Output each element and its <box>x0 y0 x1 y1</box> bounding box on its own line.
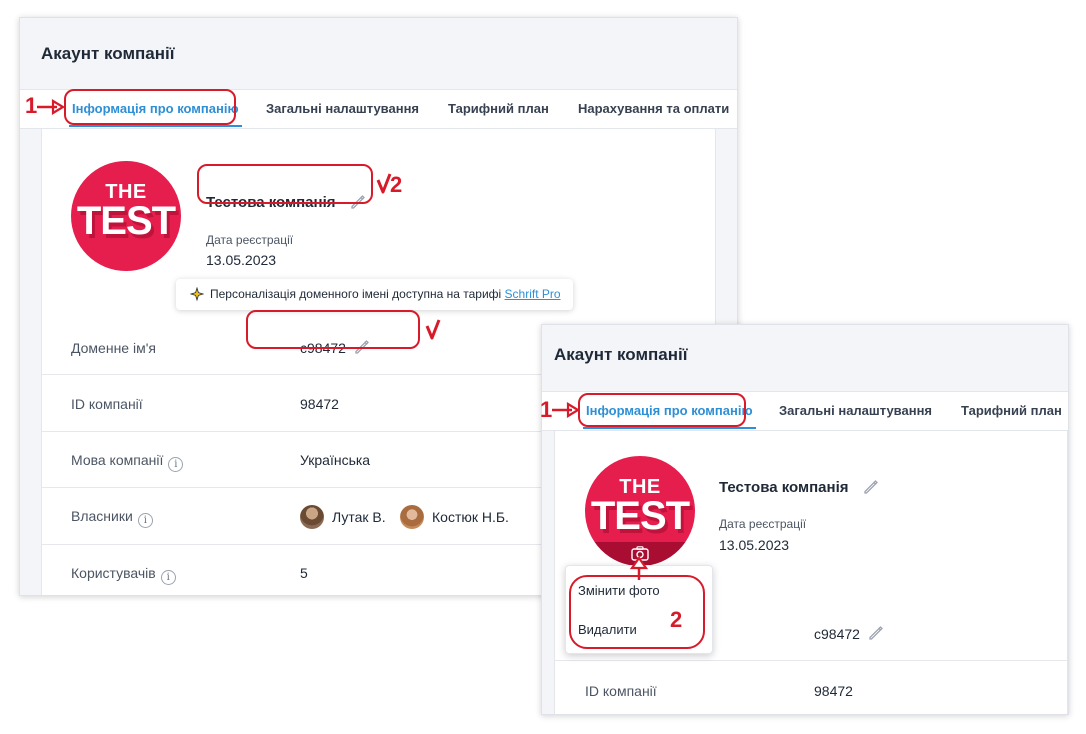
page-title: Акаунт компанії <box>554 345 688 364</box>
domain-value: c98472 <box>300 340 346 356</box>
annotation-tick <box>425 319 441 340</box>
annotation-arrow <box>552 402 581 418</box>
language-label-text: Мова компанії <box>71 452 164 468</box>
pencil-icon[interactable] <box>349 193 367 211</box>
change-photo-option[interactable]: Змінити фото <box>578 583 660 598</box>
annotation-number: 2 <box>390 172 403 197</box>
tab-bar: Інформація про компанію Загальні налашту… <box>20 89 737 129</box>
logo-text-test: TEST <box>76 199 176 243</box>
pencil-icon[interactable] <box>353 338 371 356</box>
tab-general-settings[interactable]: Загальні налаштування <box>266 101 419 116</box>
tab-company-info[interactable]: Інформація про компанію <box>69 101 242 127</box>
tab-billing[interactable]: Нарахування та оплати <box>578 101 729 116</box>
owner-name: Костюк Н.Б. <box>432 509 509 525</box>
owner-item[interactable]: Лутак В. <box>300 505 386 529</box>
company-logo[interactable]: THE TEST <box>585 456 695 566</box>
avatar <box>400 505 424 529</box>
info-icon[interactable]: i <box>137 513 153 528</box>
company-account-panel-zoomed: Акаунт компанії Інформація про компанію … <box>541 324 1069 715</box>
tab-company-info[interactable]: Інформація про компанію <box>583 403 756 429</box>
tooltip-text: Персоналізація доменного імені доступна … <box>210 287 502 301</box>
pencil-icon[interactable] <box>867 624 885 642</box>
owner-name: Лутак В. <box>332 509 386 525</box>
domain-label: Доменне ім'я <box>71 340 156 356</box>
language-value: Українська <box>300 452 371 468</box>
registration-date: 13.05.2023 <box>206 252 277 268</box>
avatar <box>300 505 324 529</box>
annotation-arrow <box>629 556 649 580</box>
users-label: Користувачів i <box>71 565 176 585</box>
sparkle-icon <box>190 287 204 301</box>
info-icon[interactable]: i <box>168 457 184 472</box>
owner-item[interactable]: Костюк Н.Б. <box>400 505 509 529</box>
tab-tariff-plan[interactable]: Тарифний план <box>448 101 549 116</box>
company-id-value: 98472 <box>814 683 853 699</box>
info-icon[interactable]: i <box>160 570 176 585</box>
company-name: Тестова компанія <box>206 194 336 211</box>
annotation-arrow <box>37 99 66 115</box>
tab-bar: Інформація про компанію Загальні налашту… <box>542 391 1068 431</box>
tab-tariff-plan[interactable]: Тарифний план <box>961 403 1062 418</box>
company-name: Тестова компанія <box>719 479 849 496</box>
language-label: Мова компанії i <box>71 452 184 472</box>
tooltip-link[interactable]: Schrift Pro <box>505 287 561 301</box>
tab-general-settings[interactable]: Загальні налаштування <box>779 403 932 418</box>
domain-value: c98472 <box>814 626 860 642</box>
registration-date-label: Дата реєстрації <box>206 233 294 247</box>
logo-text-test: TEST <box>590 494 690 538</box>
company-logo[interactable]: THE TEST <box>71 161 181 271</box>
registration-date-label: Дата реєстрації <box>719 517 807 531</box>
domain-tooltip: Персоналізація доменного імені доступна … <box>176 279 573 310</box>
users-value: 5 <box>300 565 308 581</box>
owners-label-text: Власники <box>71 508 133 524</box>
company-id-row: ID компанії 98472 <box>555 661 1067 714</box>
pencil-icon[interactable] <box>862 478 880 496</box>
owners-label: Власники i <box>71 508 153 528</box>
company-id-label: ID компанії <box>71 396 143 412</box>
page-title: Акаунт компанії <box>41 44 175 63</box>
company-id-label: ID компанії <box>585 683 657 699</box>
registration-date: 13.05.2023 <box>719 537 790 553</box>
annotation-number: 2 <box>670 607 683 632</box>
delete-photo-option[interactable]: Видалити <box>578 622 637 637</box>
users-label-text: Користувачів <box>71 565 156 581</box>
company-id-value: 98472 <box>300 396 339 412</box>
